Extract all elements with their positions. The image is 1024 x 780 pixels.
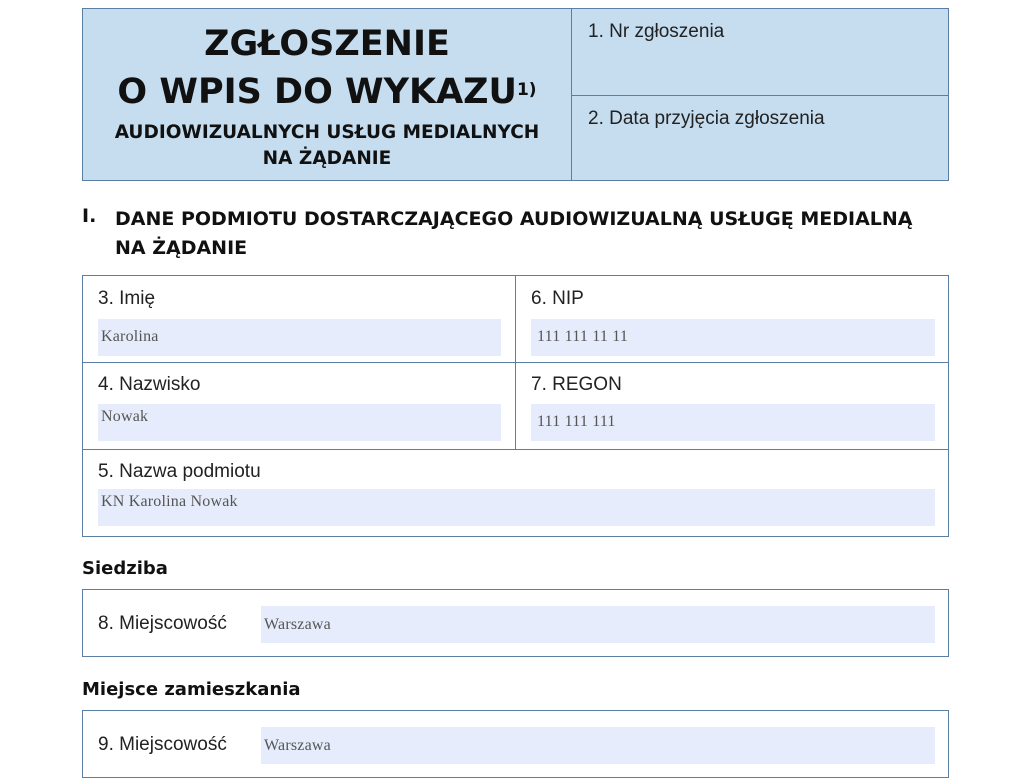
data-przyjecia-label: 2. Data przyjęcia zgłoszenia (588, 108, 825, 129)
nazwisko-input[interactable]: Nowak (98, 404, 501, 441)
form-subtitle-line1: AUDIOWIZUALNYCH USŁUG MEDIALNYCH (114, 122, 540, 143)
siedziba-miejscowosc-label: 8. Miejscowość (98, 613, 227, 634)
footnote-marker[interactable]: 1) (517, 80, 537, 100)
nip-label: 6. NIP (531, 288, 584, 309)
section-number: I. (82, 205, 97, 227)
form-title-line1: ZGŁOSZENIE (204, 24, 450, 64)
data-przyjecia-field[interactable]: 2. Data przyjęcia zgłoszenia (572, 96, 948, 180)
form-header: ZGŁOSZENIE O WPIS DO WYKAZU1) AUDIOWIZUA… (82, 8, 949, 181)
zamieszkanie-box: 9. Miejscowość Warszawa (82, 710, 949, 778)
nip-input[interactable]: 111 111 11 11 (531, 319, 935, 356)
siedziba-box: 8. Miejscowość Warszawa (82, 589, 949, 657)
zamieszkanie-miejscowosc-input[interactable]: Warszawa (261, 727, 935, 764)
form-subtitle-line2: NA ŻĄDANIE (262, 148, 392, 169)
imie-label: 3. Imię (98, 288, 156, 309)
zamieszkanie-miejscowosc-value: Warszawa (264, 737, 331, 754)
section-title-line1: DANE PODMIOTU DOSTARCZAJĄCEGO AUDIOWIZUA… (115, 208, 913, 230)
siedziba-miejscowosc-input[interactable]: Warszawa (261, 606, 935, 643)
form-subtitle: AUDIOWIZUALNYCH USŁUG MEDIALNYCH NA ŻĄDA… (83, 120, 571, 172)
zamieszkanie-miejscowosc-label: 9. Miejscowość (98, 734, 227, 755)
regon-input[interactable]: 111 111 111 (531, 404, 935, 441)
zamieszkanie-heading: Miejsce zamieszkania (82, 679, 301, 700)
regon-label: 7. REGON (531, 374, 622, 395)
nip-value: 111 111 11 11 (537, 328, 629, 345)
form-title-block: ZGŁOSZENIE O WPIS DO WYKAZU1) AUDIOWIZUA… (83, 9, 572, 180)
section-title: DANE PODMIOTU DOSTARCZAJĄCEGO AUDIOWIZUA… (115, 205, 945, 263)
nazwa-podmiotu-value: KN Karolina Nowak (101, 493, 238, 510)
nr-zgloszenia-field[interactable]: 1. Nr zgłoszenia (572, 9, 948, 96)
imie-input[interactable]: Karolina (98, 319, 501, 356)
nazwa-podmiotu-input[interactable]: KN Karolina Nowak (98, 489, 935, 526)
nr-zgloszenia-label: 1. Nr zgłoszenia (588, 21, 725, 42)
form-title-line2-text: O WPIS DO WYKAZU (117, 72, 517, 112)
entity-data-grid: 3. Imię Karolina 6. NIP 111 111 11 11 4.… (82, 275, 949, 537)
regon-value: 111 111 111 (537, 413, 616, 430)
siedziba-miejscowosc-value: Warszawa (264, 616, 331, 633)
row-divider (83, 362, 948, 363)
nazwisko-label: 4. Nazwisko (98, 374, 201, 395)
imie-value: Karolina (101, 328, 159, 345)
section-title-line2: NA ŻĄDANIE (115, 237, 248, 259)
nazwisko-value: Nowak (101, 408, 149, 425)
row-divider (83, 449, 948, 450)
nazwa-podmiotu-label: 5. Nazwa podmiotu (98, 461, 261, 482)
siedziba-heading: Siedziba (82, 558, 168, 579)
form-title-line2: O WPIS DO WYKAZU1) (83, 72, 571, 112)
